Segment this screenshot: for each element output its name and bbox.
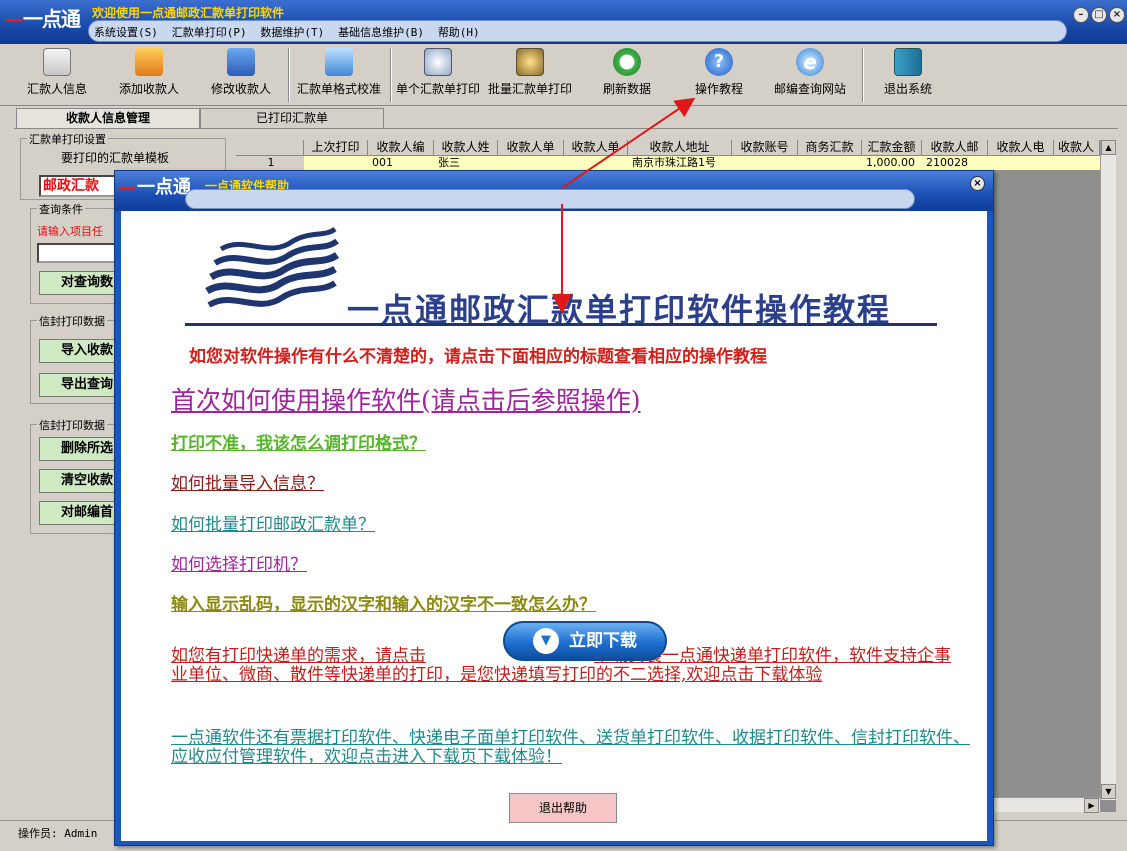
table-cell: 210028 [926, 156, 968, 169]
exit-system-button[interactable]: 退出系统 [880, 48, 936, 97]
operator-label: 操作员: Admin [18, 827, 98, 840]
download-now-button[interactable]: ▼ 立即下载 [503, 621, 667, 661]
tutorial-intro: 如您对软件操作有什么不清楚的，请点击下面相应的标题查看相应的操作教程 [189, 347, 767, 367]
scroll-up-icon[interactable]: ▲ [1101, 140, 1116, 155]
exit-icon [894, 48, 922, 76]
column-header[interactable]: 收款人编 [368, 140, 434, 156]
menu-help[interactable]: 帮助(H) [433, 21, 485, 43]
calibrate-icon [325, 48, 353, 76]
link-first-use[interactable]: 首次如何使用操作软件(请点击后参照操作) [171, 381, 641, 417]
column-header[interactable]: 上次打印 [304, 140, 368, 156]
dialog-logo: —一点通 [119, 177, 191, 198]
tutorial-button[interactable]: ? 操作教程 [688, 48, 750, 97]
edit-person-icon [227, 48, 255, 76]
batch-print-icon [516, 48, 544, 76]
format-calibrate-button[interactable]: 汇款单格式校准 [292, 48, 386, 97]
link-select-printer[interactable]: 如何选择打印机？ [171, 550, 307, 575]
grid-header-corner [236, 140, 304, 156]
exit-help-button[interactable]: 退出帮助 [509, 793, 617, 823]
column-header[interactable]: 收款账号 [732, 140, 798, 156]
menu-data-maintenance[interactable]: 数据维护(T) [255, 21, 329, 43]
toolbar: 汇款人信息 添加收款人 修改收款人 汇款单格式校准 单个汇款单打印 批量汇款单打… [0, 44, 1127, 106]
close-icon[interactable]: × [1109, 7, 1125, 23]
single-print-icon [424, 48, 452, 76]
toolbar-separator [288, 48, 290, 102]
main-title-bar: —一点通 欢迎使用一点通邮政汇款单打印软件 系统设置(S) 汇款单打印(P) 数… [0, 0, 1127, 44]
toolbar-separator [862, 48, 864, 102]
download-arrow-icon: ▼ [533, 628, 559, 654]
tab-divider [14, 128, 1118, 129]
app-title: 欢迎使用一点通邮政汇款单打印软件 [92, 6, 285, 20]
menu-bar: 系统设置(S) 汇款单打印(P) 数据维护(T) 基础信息维护(B) 帮助(H) [88, 20, 1067, 42]
scroll-down-icon[interactable]: ▼ [1101, 784, 1116, 799]
refresh-icon [613, 48, 641, 76]
single-print-button[interactable]: 单个汇款单打印 [392, 48, 484, 97]
template-label: 要打印的汇款单模板 [61, 151, 170, 165]
link-batch-print[interactable]: 如何批量打印邮政汇款单？ [171, 510, 375, 535]
dialog-title-bar: —一点通 一点通软件帮助 × [115, 171, 993, 211]
link-garbled-text[interactable]: 输入显示乱码，显示的汉字和输入的汉字不一致怎么办？ [171, 590, 596, 615]
column-header[interactable]: 汇款金额 [862, 140, 922, 156]
heading-rule [185, 323, 937, 326]
maximize-icon[interactable]: □ [1091, 7, 1107, 23]
link-batch-import[interactable]: 如何批量导入信息？ [171, 469, 324, 494]
help-icon: ? [705, 48, 733, 76]
edit-payee-button[interactable]: 修改收款人 [204, 48, 278, 97]
column-header[interactable]: 收款人单 [564, 140, 628, 156]
menu-remittance-print[interactable]: 汇款单打印(P) [167, 21, 252, 43]
app-logo: —一点通 [4, 7, 81, 31]
dialog-title-band [185, 189, 915, 209]
column-header[interactable]: 收款人邮 [922, 140, 988, 156]
add-payee-button[interactable]: 添加收款人 [112, 48, 186, 97]
vertical-scrollbar[interactable]: ▲ ▼ [1100, 140, 1116, 800]
wave-logo-icon [205, 226, 340, 308]
horizontal-scrollbar[interactable]: ▶ [994, 797, 1100, 813]
tab-printed-remittances[interactable]: 已打印汇款单 [200, 108, 384, 128]
dialog-close-icon[interactable]: × [970, 176, 985, 191]
table-cell: 1,000.00 [866, 156, 915, 169]
dialog-body: 一点通邮政汇款单打印软件操作教程 如您对软件操作有什么不清楚的，请点击下面相应的… [121, 211, 987, 841]
help-dialog: —一点通 一点通软件帮助 × 一点通邮政汇款单打印软件操作教程 如您对软件操作有… [114, 170, 994, 846]
ie-icon: e [796, 48, 824, 76]
link-adjust-format[interactable]: 打印不准，我该怎么调打印格式？ [171, 429, 426, 454]
table-cell: 001 [372, 156, 393, 169]
user-card-icon [43, 48, 71, 76]
tab-payee-management[interactable]: 收款人信息管理 [16, 108, 200, 128]
refresh-button[interactable]: 刷新数据 [596, 48, 658, 97]
menu-basic-info[interactable]: 基础信息维护(B) [333, 21, 429, 43]
column-header[interactable]: 收款人 [1054, 140, 1100, 156]
more-software-link[interactable]: 一点通软件还有票据打印软件、快递电子面单打印软件、送货单打印软件、收据打印软件、… [171, 729, 971, 767]
query-hint: 请输入项目任 [37, 225, 103, 238]
column-header[interactable]: 商务汇款 [798, 140, 862, 156]
column-header[interactable]: 收款人电 [988, 140, 1054, 156]
row-number: 1 [236, 156, 304, 170]
postcode-site-button[interactable]: e 邮编查询网站 [770, 48, 850, 97]
table-cell: 南京市珠江路1号 [632, 156, 716, 169]
column-header[interactable]: 收款人姓 [434, 140, 498, 156]
scroll-right-icon[interactable]: ▶ [1084, 798, 1099, 813]
batch-print-button[interactable]: 批量汇款单打印 [484, 48, 576, 97]
menu-system-settings[interactable]: 系统设置(S) [89, 21, 163, 43]
add-people-icon [135, 48, 163, 76]
sender-info-button[interactable]: 汇款人信息 [22, 48, 92, 97]
table-cell: 张三 [438, 156, 460, 169]
column-header[interactable]: 收款人地址 [628, 140, 732, 156]
column-header[interactable]: 收款人单 [498, 140, 564, 156]
minimize-icon[interactable]: – [1073, 7, 1089, 23]
